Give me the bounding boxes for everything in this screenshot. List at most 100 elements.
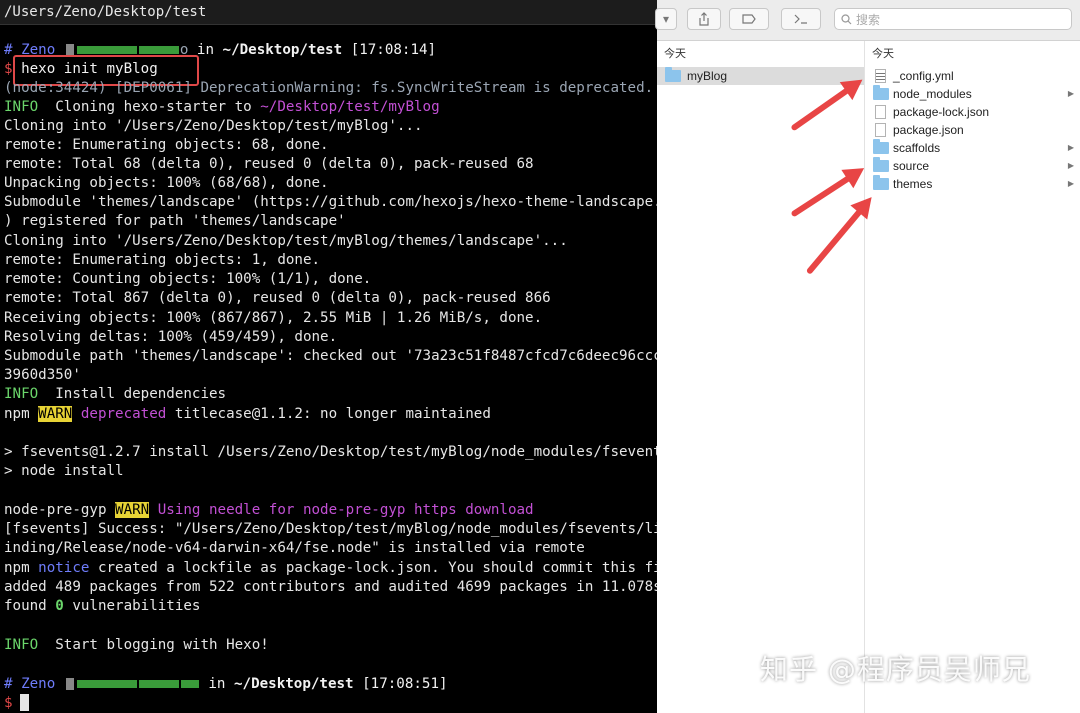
prompt-in: in: [196, 42, 214, 58]
terminal-line: node-pre-gyp WARN Using needle for node-…: [4, 501, 534, 520]
warn-badge: WARN: [115, 502, 150, 518]
terminal-line: 3960d350': [4, 367, 81, 383]
prompt-dollar: $: [4, 61, 13, 77]
item-name: source: [893, 159, 930, 173]
item-name: package-lock.json: [893, 105, 990, 119]
item-name: myBlog: [687, 69, 728, 83]
redacted-block: [76, 680, 137, 688]
finder-column-2: 今天 _config.yml node_modules ▶ package-lo…: [865, 41, 1080, 713]
tag-icon: [742, 14, 756, 24]
chevron-right-icon: ▶: [1067, 179, 1074, 188]
list-item-config[interactable]: _config.yml: [865, 67, 1080, 85]
terminal-line: Cloning into '/Users/Zeno/Desktop/test/m…: [4, 233, 568, 249]
line-text: Install dependencies: [38, 386, 227, 402]
item-name: scaffolds: [893, 141, 941, 155]
search-input[interactable]: 搜索: [834, 8, 1072, 30]
document-icon: [875, 123, 886, 137]
terminal-line: [fsevents] Success: "/Users/Zeno/Desktop…: [4, 521, 657, 537]
terminal-title-path: /Users/Zeno/Desktop/test: [0, 0, 657, 25]
item-name: node_modules: [893, 87, 972, 101]
finder-window[interactable]: ▾ 搜索 今天 myBlog 今天 _config.yml node_modul: [655, 0, 1080, 713]
terminal-line: Receiving objects: 100% (867/867), 2.55 …: [4, 310, 543, 326]
list-item-node-modules[interactable]: node_modules ▶: [865, 85, 1080, 103]
terminal-window[interactable]: /Users/Zeno/Desktop/test # Zeno o in ~/D…: [0, 0, 657, 713]
share-icon: [699, 12, 709, 26]
info-tag: INFO: [4, 99, 39, 115]
line-text: Cloning hexo-starter to: [38, 99, 261, 115]
list-item-myblog[interactable]: myBlog: [657, 67, 864, 85]
terminal-line: Submodule path 'themes/landscape': check…: [4, 348, 657, 364]
terminal-line: found 0 vulnerabilities: [4, 597, 200, 616]
prompt-hash: #: [4, 676, 13, 692]
chevron-right-icon: ▶: [1067, 89, 1074, 98]
deprecated-label: deprecated: [72, 406, 167, 422]
folder-icon: [873, 157, 889, 172]
tags-button[interactable]: [729, 8, 769, 30]
list-item-package-json[interactable]: package.json: [865, 121, 1080, 139]
prompt-hash: #: [4, 42, 13, 58]
terminal-line: remote: Enumerating objects: 68, done.: [4, 137, 329, 153]
folder-icon: [873, 139, 889, 154]
line-text: Start blogging with Hexo!: [38, 637, 269, 653]
column-header: 今天: [664, 48, 686, 60]
redacted-block: [76, 46, 137, 54]
item-name: themes: [893, 177, 933, 191]
prompt-dollar: $: [4, 695, 13, 711]
terminal-icon: [794, 14, 807, 24]
item-name: _config.yml: [893, 69, 954, 83]
terminal-line: remote: Counting objects: 100% (1/1), do…: [4, 271, 372, 287]
terminal-line: (node:34424) [DEP0061] DeprecationWarnin…: [4, 80, 654, 96]
terminal-cursor: [20, 694, 29, 711]
terminal-line: INFO Install dependencies: [4, 385, 226, 404]
prompt-time: [17:08:14]: [350, 42, 437, 58]
column-header: 今天: [872, 48, 894, 60]
vulnerability-count: 0: [55, 598, 64, 614]
terminal-line: remote: Enumerating objects: 1, done.: [4, 252, 321, 268]
list-item-source[interactable]: source ▶: [865, 157, 1080, 175]
info-tag: INFO: [4, 386, 39, 402]
view-options-button[interactable]: ▾: [655, 8, 677, 30]
redacted-block: [65, 678, 74, 690]
list-item-themes[interactable]: themes ▶: [865, 175, 1080, 193]
terminal-line: Resolving deltas: 100% (459/459), done.: [4, 329, 338, 345]
info-tag: INFO: [4, 637, 39, 653]
finder-column-1: 今天 myBlog: [657, 41, 865, 713]
prompt-user: Zeno: [21, 676, 56, 692]
terminal-line: inding/Release/node-v64-darwin-x64/fse.n…: [4, 540, 585, 556]
redacted-block: [180, 680, 199, 688]
terminal-line: Cloning into '/Users/Zeno/Desktop/test/m…: [4, 118, 423, 134]
chevron-down-icon: ▾: [662, 12, 670, 26]
prompt-in: in: [208, 676, 226, 692]
line-text: node-pre-gyp: [4, 502, 116, 518]
item-name: package.json: [893, 123, 964, 137]
notice-label: notice: [38, 560, 90, 576]
search-placeholder: 搜索: [856, 12, 881, 27]
open-terminal-button[interactable]: [781, 8, 821, 30]
prompt-dir: ~/Desktop/test: [234, 676, 354, 692]
line-path: ~/Desktop/test/myBlog: [260, 99, 440, 115]
redacted-block: [138, 46, 179, 54]
list-item-package-lock[interactable]: package-lock.json: [865, 103, 1080, 121]
warn-badge: WARN: [38, 406, 73, 422]
terminal-line: Unpacking objects: 100% (68/68), done.: [4, 175, 329, 191]
terminal-line: remote: Total 68 (delta 0), reused 0 (de…: [4, 156, 534, 172]
npm-label: npm: [4, 560, 39, 576]
terminal-line: > fsevents@1.2.7 install /Users/Zeno/Des…: [4, 444, 657, 460]
list-item-scaffolds[interactable]: scaffolds ▶: [865, 139, 1080, 157]
finder-toolbar: ▾ 搜索: [655, 0, 1080, 41]
prompt-time: [17:08:51]: [362, 676, 448, 692]
chevron-right-icon: ▶: [1067, 161, 1074, 170]
search-icon: [841, 13, 852, 24]
share-button[interactable]: [687, 8, 721, 30]
terminal-line: INFO Start blogging with Hexo!: [4, 636, 269, 655]
folder-icon: [873, 175, 889, 190]
line-text: created a lockfile as package-lock.json.…: [89, 560, 657, 576]
prompt-dir: ~/Desktop/test: [222, 42, 343, 58]
terminal-line: added 489 packages from 522 contributors…: [4, 579, 657, 595]
terminal-line: remote: Total 867 (delta 0), reused 0 (d…: [4, 290, 551, 306]
document-icon: [875, 105, 886, 119]
config-file-icon: [875, 69, 886, 83]
terminal-line: Submodule 'themes/landscape' (https://gi…: [4, 194, 657, 210]
folder-icon: [665, 67, 681, 82]
line-text: titlecase@1.1.2: no longer maintained: [166, 406, 491, 422]
